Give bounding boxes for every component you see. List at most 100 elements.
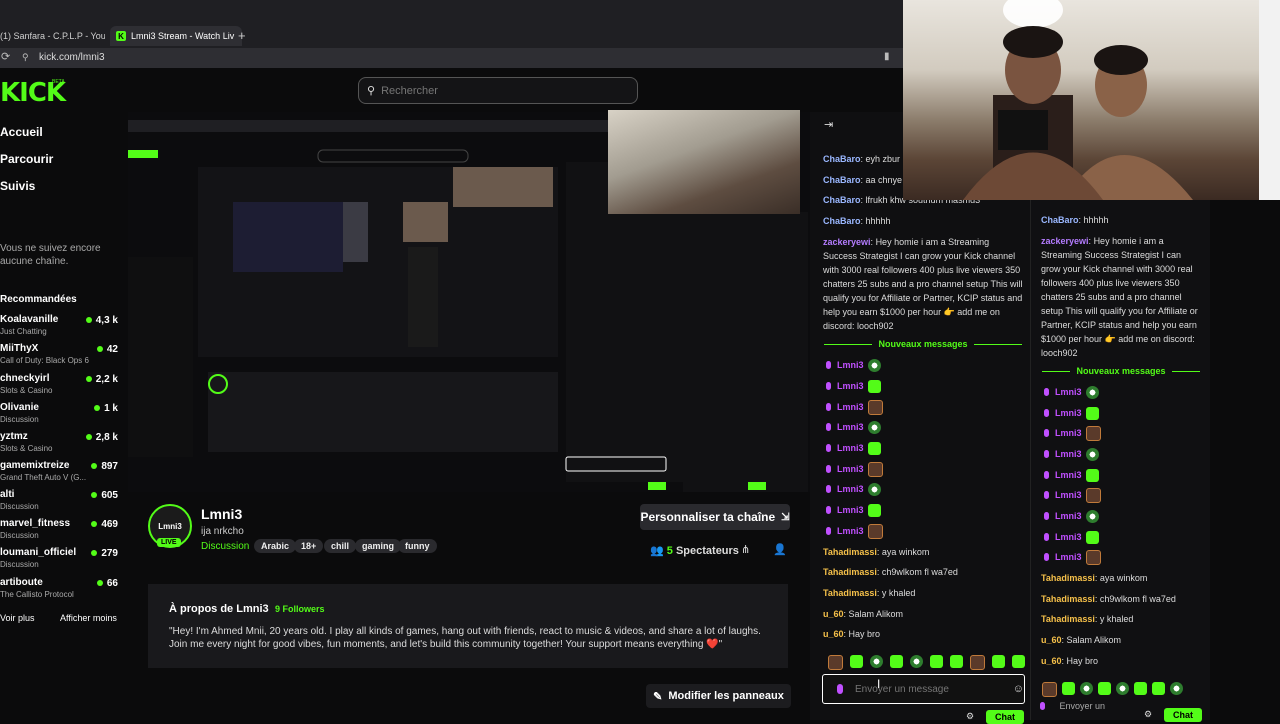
recommended-channel[interactable]: chneckyirl Slots & Casino 2,2 k [0,373,120,401]
chat-username[interactable]: Tahadimassi [823,547,877,557]
emote-icon[interactable] [930,655,943,668]
channel-category-link[interactable]: Discussion [201,541,249,552]
search-bar[interactable]: ⚲ [358,77,638,104]
tag-chip[interactable]: funny [398,539,437,553]
chat-username[interactable]: ChaBaro [823,216,861,226]
chat-username[interactable]: Lmni3 [837,526,864,536]
recommended-channel[interactable]: MiiThyX Call of Duty: Black Ops 6 42 [0,343,120,371]
emoji-icon[interactable]: ☺ [1013,683,1024,695]
emote-icon[interactable] [950,655,963,668]
customize-channel-button[interactable]: Personnaliser ta chaîne ⇲ [640,504,790,530]
emote-icon[interactable] [1012,655,1025,668]
show-less-link[interactable]: Afficher moins [60,613,117,623]
browser-tab-sanfara[interactable]: (1) Sanfara - C.P.L.P - You [0,26,105,46]
chat-text: Salam Alikom [1066,635,1122,645]
emote-icon[interactable] [1062,682,1075,695]
emote-icon[interactable] [1116,682,1129,695]
chat-username[interactable]: ChaBaro [823,154,861,164]
send-chat-button[interactable]: Chat [986,710,1024,724]
chat-input-box[interactable]: ☺ [822,674,1025,704]
chat-username[interactable]: Lmni3 [837,443,864,453]
emote-bar [828,655,1025,670]
chat-username[interactable]: Lmni3 [1055,387,1082,397]
chat-username[interactable]: Tahadimassi [823,588,877,598]
chat-username[interactable]: Tahadimassi [1041,594,1095,604]
chat-username[interactable]: Tahadimassi [1041,573,1095,583]
new-tab-button[interactable]: + [238,28,246,43]
chat-username[interactable]: Lmni3 [837,402,864,412]
bookmark-icon[interactable]: ▮ [884,51,890,62]
channel-name: chneckyirl [0,373,50,384]
chat-username[interactable]: zackeryewi [1041,236,1089,246]
nested-webcam-image [608,110,800,214]
emote-icon[interactable] [1042,682,1057,697]
emote-icon[interactable] [1080,682,1093,695]
emote-icon[interactable] [910,655,923,668]
recommended-channel[interactable]: alti Discussion 605 [0,489,120,517]
follow-user-icon[interactable]: 👤 [773,543,787,556]
search-input[interactable] [379,83,614,98]
emote-icon[interactable] [992,655,1005,668]
chat-message: Lmni3 [826,461,883,477]
tag-chip[interactable]: gaming [355,539,402,553]
recommended-channel[interactable]: marvel_fitness Discussion 469 [0,518,120,546]
chat-username[interactable]: u_60 [1041,656,1062,666]
nav-home[interactable]: Accueil [0,125,43,139]
chat-username[interactable]: Tahadimassi [1041,614,1095,624]
emote-icon[interactable] [1134,682,1147,695]
emote-icon[interactable] [1152,682,1165,695]
collapse-chat-icon[interactable]: ⇥ [824,118,833,131]
tag-chip[interactable]: chill [324,539,357,553]
recommended-channel[interactable]: Koalavanille Just Chatting 4,3 k [0,314,120,342]
share-icon[interactable]: ⋔ [741,543,750,556]
chat-username[interactable]: Lmni3 [837,422,864,432]
chat-username[interactable]: ChaBaro [823,195,861,205]
chat-username[interactable]: u_60 [823,609,844,619]
browser-tab-lmni3[interactable]: K Lmni3 Stream - Watch Liv [110,26,242,46]
emote-icon[interactable] [870,655,883,668]
emote-icon[interactable] [828,655,843,670]
recommended-channel[interactable]: yztmz Slots & Casino 2,8 k [0,431,120,459]
show-more-link[interactable]: Voir plus [0,613,35,623]
edit-panels-button[interactable]: ✎ Modifier les panneaux [646,684,791,708]
chat-username[interactable]: Lmni3 [837,381,864,391]
tag-chip[interactable]: 18+ [294,539,324,553]
chat-settings-icon[interactable]: ⚙ [966,711,974,722]
recommended-channel[interactable]: artiboute The Callisto Protocol 66 [0,577,120,605]
address-bar[interactable] [0,48,905,68]
chat-username[interactable]: zackeryewi [823,237,871,247]
chat-username[interactable]: Lmni3 [1055,428,1082,438]
recommended-channel[interactable]: gamemixtreize Grand Theft Auto V (G... 897 [0,460,120,488]
chat-username[interactable]: Lmni3 [1055,532,1082,542]
chat-username[interactable]: Lmni3 [1055,408,1082,418]
site-info-icon[interactable]: ⚲ [22,52,29,63]
emote-icon[interactable] [850,655,863,668]
chat-username[interactable]: Lmni3 [1055,552,1082,562]
chat-username[interactable]: Lmni3 [1055,470,1082,480]
recommended-channel[interactable]: loumani_officiel Discussion 279 [0,547,120,575]
url-text[interactable]: kick.com/lmni3 [39,52,105,63]
reload-icon[interactable]: ⟳ [1,50,10,63]
emote-icon[interactable] [890,655,903,668]
chat-username[interactable]: Lmni3 [837,360,864,370]
emote-icon[interactable] [970,655,985,670]
chat-username[interactable]: Lmni3 [1055,449,1082,459]
emote-icon[interactable] [1098,682,1111,695]
chat-username[interactable]: Lmni3 [837,484,864,494]
chat-username[interactable]: u_60 [823,629,844,639]
emote-icon[interactable] [1170,682,1183,695]
chat-username[interactable]: Lmni3 [1055,490,1082,500]
chat-settings-icon[interactable]: ⚙ [1144,709,1152,720]
tag-chip[interactable]: Arabic [254,539,297,553]
chat-username[interactable]: Lmni3 [1055,511,1082,521]
chat-username[interactable]: ChaBaro [1041,215,1079,225]
recommended-channel[interactable]: Olivanie Discussion 1 k [0,402,120,430]
channel-name[interactable]: Lmni3 [201,506,242,522]
nav-following[interactable]: Suivis [0,179,35,193]
chat-username[interactable]: Lmni3 [837,464,864,474]
chat-username[interactable]: u_60 [1041,635,1062,645]
chat-username[interactable]: Tahadimassi [823,567,877,577]
nav-browse[interactable]: Parcourir [0,152,53,166]
chat-username[interactable]: Lmni3 [837,505,864,515]
chat-username[interactable]: ChaBaro [823,175,861,185]
